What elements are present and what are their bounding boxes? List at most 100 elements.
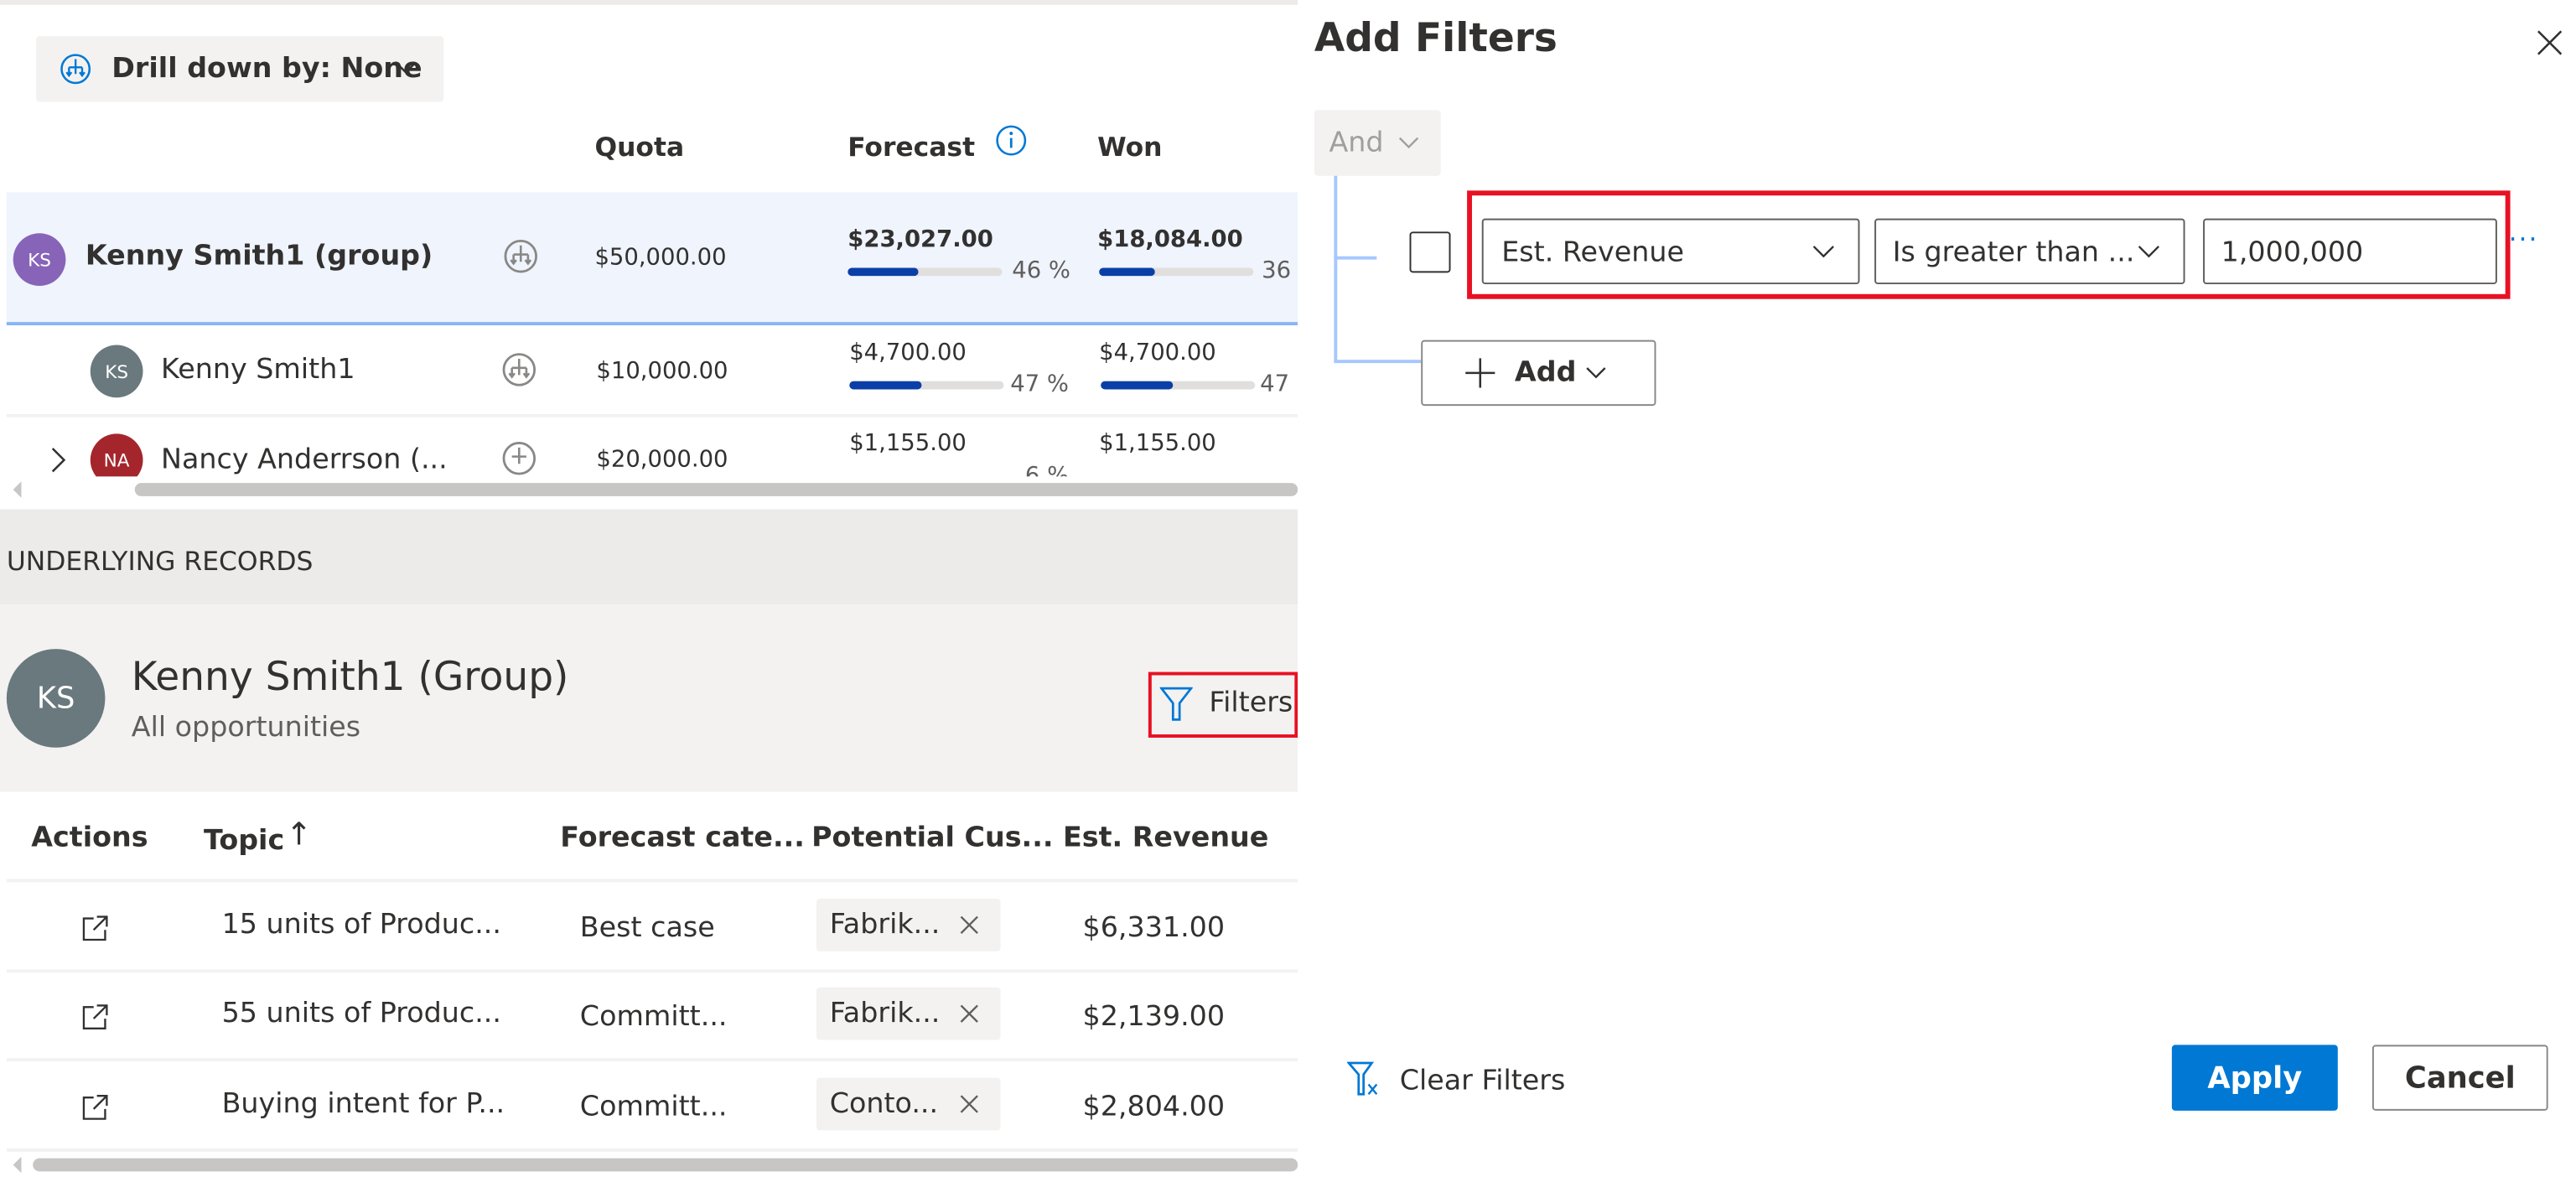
open-record-icon[interactable]: [82, 1003, 108, 1030]
field-dropdown[interactable]: Est. Revenue: [1481, 218, 1860, 285]
quota-value: $50,000.00: [594, 245, 727, 272]
table-row[interactable]: 15 units of Produc... Best case Fabrik..…: [7, 880, 1298, 969]
section-title: UNDERLYING RECORDS: [6, 545, 314, 577]
row-name[interactable]: Kenny Smith1: [161, 353, 355, 386]
drill-down-icon: [60, 54, 91, 85]
customer-name[interactable]: Fabrik...: [830, 998, 941, 1030]
topic-cell[interactable]: Buying intent for P...: [222, 1087, 505, 1120]
drill-down-icon[interactable]: [503, 238, 539, 274]
forecast-percent: 6 %: [1024, 463, 1070, 477]
est-revenue-cell: $2,139.00: [1082, 1000, 1226, 1034]
customer-name[interactable]: Conto...: [830, 1087, 938, 1120]
column-header-potential-customer[interactable]: Potential Cus...: [811, 822, 1053, 854]
drill-down-icon[interactable]: [501, 440, 537, 476]
scroll-left-icon[interactable]: [13, 1156, 23, 1174]
drill-down-dropdown[interactable]: Drill down by: None: [36, 36, 444, 102]
column-header-est-revenue[interactable]: Est. Revenue: [1063, 822, 1268, 854]
forecast-progress-bar: [847, 267, 1003, 277]
field-value: Est. Revenue: [1501, 236, 1685, 270]
tree-line: [1334, 175, 1338, 362]
row-name[interactable]: Nancy Anderrson (...: [161, 443, 448, 476]
table-row[interactable]: 55 units of Produc... Committ... Fabrik.…: [7, 969, 1298, 1058]
drill-down-icon[interactable]: [501, 351, 537, 387]
filters-label: Filters: [1209, 687, 1293, 720]
forecast-value: $23,027.00: [847, 226, 993, 253]
topic-cell[interactable]: 55 units of Produc...: [222, 998, 501, 1030]
forecast-category-cell: Committ...: [579, 1091, 728, 1124]
column-header-actions: Actions: [31, 821, 148, 855]
customer-tag[interactable]: Fabrik...: [816, 987, 1001, 1040]
panel-title: Add Filters: [1314, 14, 1558, 61]
operator-value: Is greater than ...: [1892, 236, 2135, 270]
remove-icon[interactable]: [960, 915, 980, 936]
remove-icon[interactable]: [960, 1094, 980, 1114]
clear-filter-icon: [1347, 1061, 1378, 1096]
value-text: 1,000,000: [2221, 236, 2364, 270]
quota-value: $20,000.00: [596, 447, 728, 474]
open-record-icon[interactable]: [82, 1094, 108, 1120]
forecast-grid-pane: Drill down by: None Quota Forecast Won K…: [0, 0, 1298, 1177]
clear-filters-button[interactable]: Clear Filters: [1347, 1061, 1577, 1101]
won-percent: 47: [1260, 371, 1290, 398]
table-row[interactable]: NA Nancy Anderrson (... $20,000.00 $1,15…: [0, 417, 1298, 477]
condition-checkbox[interactable]: [1409, 231, 1451, 273]
more-options-icon[interactable]: ···: [2509, 224, 2539, 255]
apply-button[interactable]: Apply: [2171, 1045, 2338, 1111]
column-header-forecast[interactable]: Forecast: [847, 132, 975, 163]
won-value: $18,084.00: [1097, 226, 1243, 253]
owner-name: Kenny Smith1 (Group): [131, 654, 569, 700]
avatar: KS: [90, 345, 143, 398]
forecast-value: $4,700.00: [849, 340, 967, 367]
avatar: NA: [90, 433, 143, 477]
forecast-progress-bar: [849, 381, 1004, 390]
group-operator-label: And: [1329, 126, 1384, 160]
column-header-quota[interactable]: Quota: [594, 132, 684, 163]
group-operator-dropdown[interactable]: And: [1314, 110, 1441, 176]
underlying-records-header: UNDERLYING RECORDS: [0, 509, 1298, 605]
chevron-down-icon: [1812, 246, 1834, 258]
column-header-forecast-category[interactable]: Forecast cate...: [560, 822, 805, 854]
est-revenue-cell: $6,331.00: [1082, 911, 1226, 945]
close-icon[interactable]: [2537, 29, 2563, 55]
add-label: Add: [1514, 356, 1577, 390]
column-header-won[interactable]: Won: [1097, 132, 1162, 163]
horizontal-scrollbar[interactable]: [33, 1158, 1298, 1172]
scroll-left-icon[interactable]: [13, 481, 23, 498]
horizontal-scrollbar[interactable]: [134, 483, 1298, 496]
row-name[interactable]: Kenny Smith1 (group): [86, 240, 433, 272]
table-row[interactable]: Buying intent for P... Committ... Conto.…: [7, 1060, 1298, 1148]
est-revenue-cell: $2,804.00: [1082, 1091, 1226, 1124]
won-progress-bar: [1101, 381, 1256, 390]
value-input[interactable]: 1,000,000: [2203, 218, 2497, 285]
chevron-down-icon: [2138, 246, 2160, 258]
operator-dropdown[interactable]: Is greater than ...: [1874, 218, 2185, 285]
add-button[interactable]: Add: [1421, 340, 1656, 407]
divider: [6, 1148, 1298, 1152]
divider: [0, 0, 1298, 5]
filters-button[interactable]: Filters: [1148, 671, 1298, 738]
clear-filters-label: Clear Filters: [1399, 1064, 1566, 1098]
customer-name[interactable]: Fabrik...: [830, 909, 941, 941]
cancel-button[interactable]: Cancel: [2371, 1045, 2548, 1111]
forecast-category-cell: Committ...: [579, 1000, 728, 1034]
forecast-value: $1,155.00: [849, 430, 967, 457]
forecast-percent: 47 %: [1010, 371, 1070, 398]
won-percent: 36: [1262, 257, 1292, 285]
quota-value: $10,000.00: [596, 358, 728, 385]
chevron-right-icon[interactable]: [51, 447, 66, 473]
won-value: $1,155.00: [1099, 430, 1216, 457]
column-header-topic[interactable]: Topic: [204, 825, 284, 858]
filter-icon: [1159, 687, 1193, 721]
customer-tag[interactable]: Fabrik...: [816, 899, 1001, 951]
customer-tag[interactable]: Conto...: [816, 1077, 1001, 1131]
info-icon[interactable]: [996, 125, 1027, 156]
forecast-category-cell: Best case: [579, 911, 715, 945]
avatar: KS: [6, 649, 106, 748]
topic-cell[interactable]: 15 units of Produc...: [222, 909, 501, 941]
sort-ascending-icon: ↑: [286, 817, 313, 853]
chevron-down-icon: [1398, 137, 1419, 149]
add-filters-panel: Add Filters And Est. Revenue Is greater …: [1298, 0, 2576, 1177]
tree-line: [1334, 360, 1422, 364]
remove-icon[interactable]: [960, 1003, 980, 1024]
open-record-icon[interactable]: [82, 915, 108, 941]
